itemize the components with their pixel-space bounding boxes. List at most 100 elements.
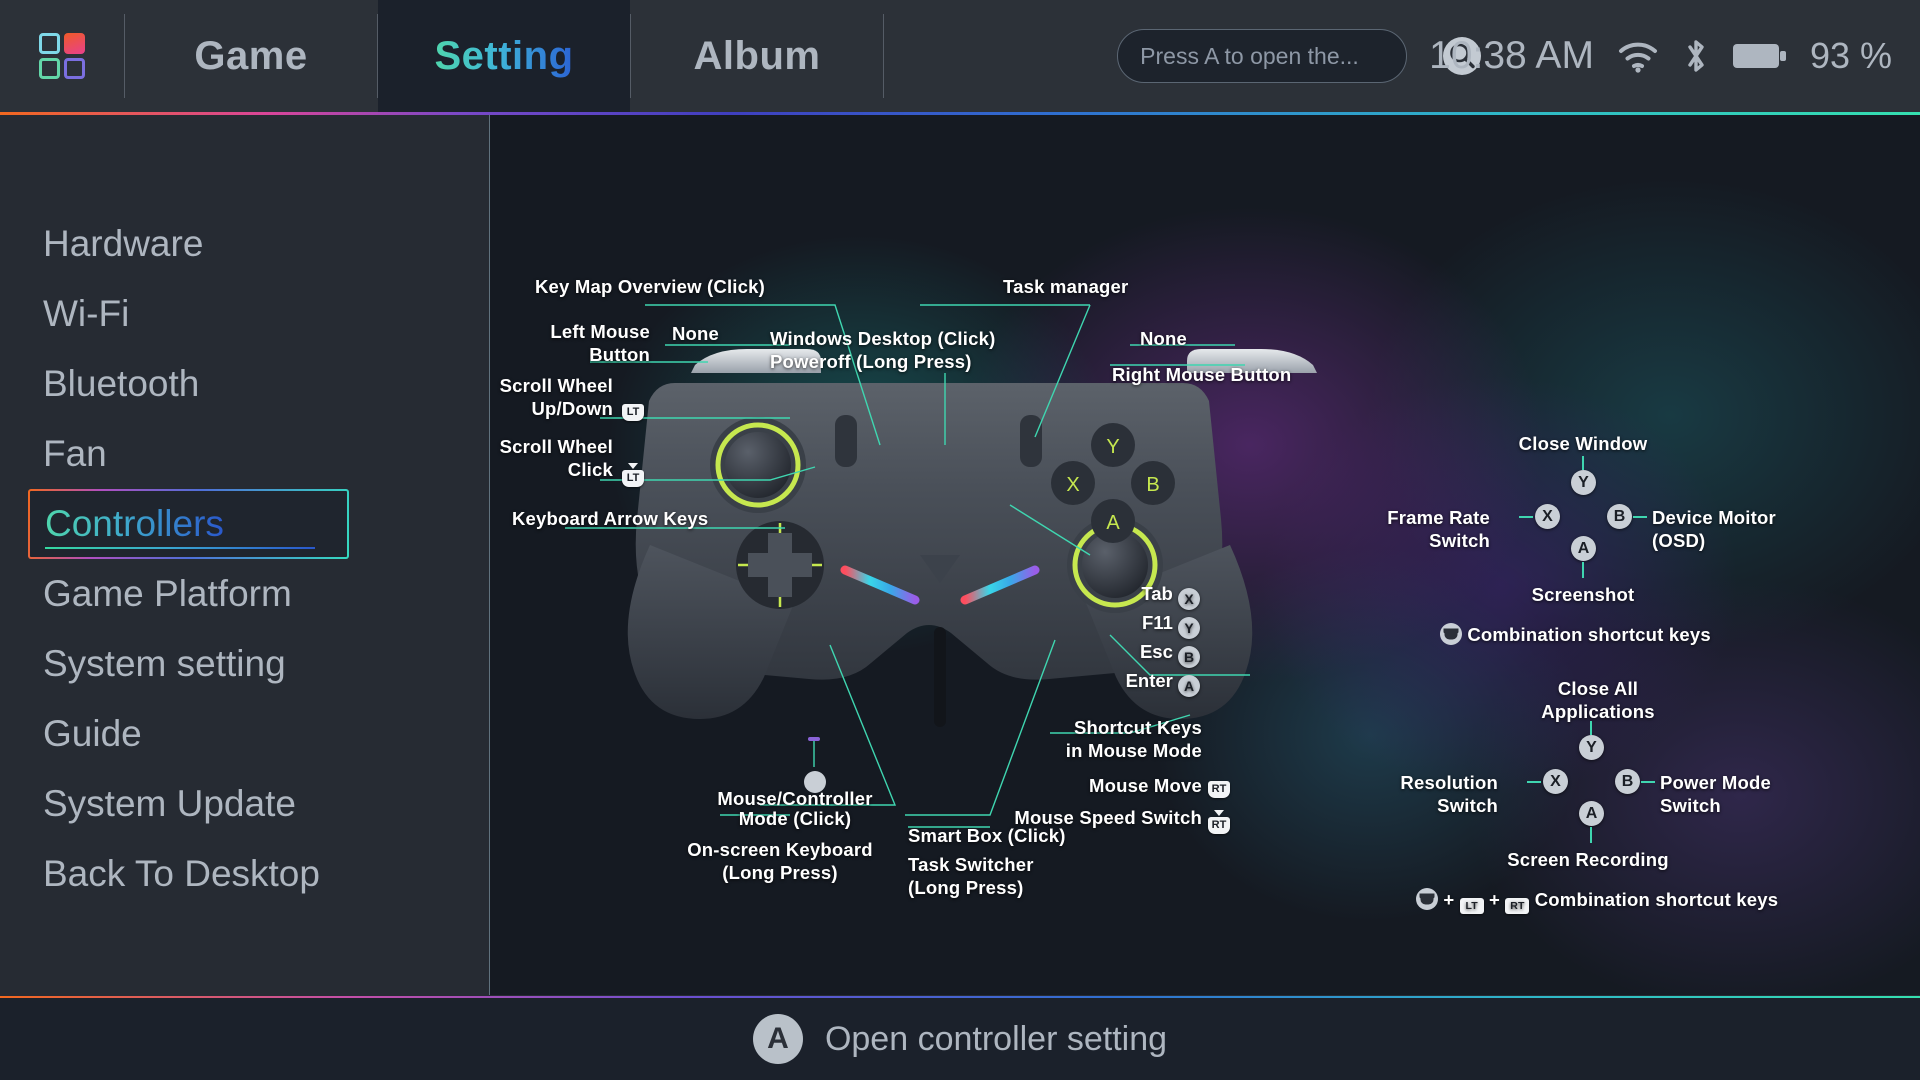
cluster2-bottom-label: Screen Recording (1507, 849, 1669, 870)
footer-hint-bar: A Open controller setting (0, 998, 1920, 1080)
wifi-icon (1618, 42, 1657, 73)
app-grid-logo-icon (39, 33, 85, 79)
tab-album-label: Album (693, 33, 821, 78)
callout-mouse-controller-mode-line2: Mode (Click) (738, 808, 852, 829)
cluster1-right-label-line2: (OSD) (1652, 530, 1706, 551)
button-badge-b: B (1178, 646, 1200, 668)
sidebar-item-bluetooth[interactable]: Bluetooth (0, 349, 489, 419)
selection-underline (45, 547, 315, 549)
sidebar-item-system-setting[interactable]: System setting (0, 629, 489, 699)
cluster2-top-label-line1: Close All (1557, 678, 1639, 699)
cluster1-left-label-line1: Frame Rate (1387, 507, 1490, 528)
cluster2-right-label-line2: Switch (1660, 795, 1721, 816)
button-badge-x: X (1178, 588, 1200, 610)
app-logo[interactable] (0, 0, 124, 112)
controller-mapping-panel: Y X B A Key Map Overview (Click) Task ma… (490, 115, 1920, 995)
callout-scroll-wheel-ud-line1: Scroll Wheel (499, 375, 613, 396)
sidebar-item-label: Fan (43, 433, 107, 474)
cluster1-right-label-line1: Device Moitor (1652, 507, 1776, 528)
callout-shortcut-keys-line2: in Mouse Mode (1065, 740, 1202, 761)
clock: 10:38 AM (1429, 34, 1594, 77)
mouse-mode-key-label: Esc (1139, 641, 1173, 662)
combination-key-icon (1440, 623, 1462, 645)
sidebar-item-guide[interactable]: Guide (0, 699, 489, 769)
sidebar-item-label: System Update (43, 783, 296, 824)
button-badge-x: X (1543, 769, 1568, 794)
callout-onscreen-keyboard-line1: On-screen Keyboard (687, 839, 873, 860)
sidebar-item-label: Game Platform (43, 573, 292, 614)
callout-shortcut-keys-line1: Shortcut Keys (1073, 717, 1202, 738)
sidebar-item-game-platform[interactable]: Game Platform (0, 559, 489, 629)
sidebar-item-system-update[interactable]: System Update (0, 769, 489, 839)
sidebar-item-wifi[interactable]: Wi-Fi (0, 279, 489, 349)
cluster2-legend: + LT + RT Combination shortcut keys (1416, 888, 1778, 914)
sidebar-item-label: Wi-Fi (43, 293, 130, 334)
cluster2-left-label-line2: Switch (1437, 795, 1498, 816)
tab-setting[interactable]: Setting (378, 0, 630, 112)
legend-plus-2: + (1489, 889, 1501, 910)
sidebar-item-hardware[interactable]: Hardware (0, 209, 489, 279)
callout-left-mouse-button-line1: Left Mouse (550, 321, 650, 342)
mouse-mode-key-label: Tab (1141, 583, 1173, 604)
button-badge-a: A (1571, 536, 1596, 561)
button-badge-a: A (1178, 675, 1200, 697)
callout-windows-desktop-line1: Windows Desktop (Click) (770, 328, 996, 349)
callout-keyboard-arrow-keys: Keyboard Arrow Keys (512, 508, 709, 529)
mouse-mode-key-f11: F11 Y (1050, 612, 1200, 639)
mouse-mode-key-label: F11 (1142, 612, 1173, 633)
button-badge-b: B (1615, 769, 1640, 794)
bluetooth-icon (1688, 40, 1704, 72)
tab-album[interactable]: Album (631, 0, 883, 112)
button-badge-a: A (752, 1014, 803, 1064)
lt-trigger-icon: LT (622, 399, 644, 421)
callout-onscreen-keyboard-line2: (Long Press) (722, 862, 838, 883)
cluster2-top-label-line2: Applications (1541, 701, 1655, 722)
cluster1-left-label-line2: Switch (1429, 530, 1490, 551)
footer-hint-text: Open controller setting (824, 1019, 1168, 1058)
callout-scroll-wheel-ud-line2: Up/Down (531, 398, 613, 419)
sidebar-item-controllers[interactable]: Controllers (28, 489, 349, 559)
callout-scroll-wheel-click-line1: Scroll Wheel (499, 436, 613, 457)
rt-trigger-press-icon: RT (1208, 812, 1230, 834)
button-badge-y: Y (1178, 617, 1200, 639)
tab-game[interactable]: Game (125, 0, 377, 112)
button-badge-y: Y (1571, 470, 1596, 495)
callout-right-mouse-button: Right Mouse Button (1112, 364, 1292, 385)
shortcut-cluster-combination: Close Window Y X B A Frame Rate Switch D… (1387, 433, 1776, 645)
mouse-mode-key-enter: Enter A (1050, 670, 1200, 697)
cluster1-top-label: Close Window (1518, 433, 1648, 454)
settings-sidebar: Hardware Wi-Fi Bluetooth Fan Controllers… (0, 115, 489, 995)
sidebar-item-back-to-desktop[interactable]: Back To Desktop (0, 839, 489, 909)
button-badge-a: A (1579, 801, 1604, 826)
callout-none-right: None (1140, 328, 1188, 349)
battery-icon (1732, 44, 1786, 68)
sidebar-item-fan[interactable]: Fan (0, 419, 489, 489)
lt-trigger-press-icon: LT (622, 465, 644, 487)
callout-none-left: None (672, 323, 720, 344)
shortcut-cluster-combination-triggers: Close All Applications Y X B A Resolutio… (1400, 678, 1778, 914)
battery-percent: 93 % (1809, 35, 1892, 76)
callout-task-switcher-line2: (Long Press) (908, 877, 1024, 898)
cluster1-legend: Combination shortcut keys (1440, 623, 1711, 646)
mouse-mode-key-label: Enter (1125, 670, 1173, 691)
callout-task-manager: Task manager (1003, 276, 1129, 297)
rt-trigger-icon: RT (1505, 898, 1530, 914)
button-badge-x: X (1535, 504, 1560, 529)
cluster1-bottom-label: Screenshot (1531, 584, 1635, 605)
sidebar-item-label: Bluetooth (43, 363, 200, 404)
top-header-bar: Game Setting Album 10:38 AM (0, 0, 1920, 112)
search-input[interactable] (1140, 42, 1437, 70)
combination-key-icon (1416, 888, 1438, 910)
sidebar-item-label: Guide (43, 713, 142, 754)
header-status-area: 10:38 AM 93 % (1117, 0, 1920, 112)
tab-game-label: Game (194, 33, 308, 78)
cluster1-diamond: Y X B A (1519, 456, 1647, 578)
cluster2-diamond: Y X B A (1527, 721, 1655, 843)
cluster2-left-label-line1: Resolution (1400, 772, 1498, 793)
search-box[interactable] (1117, 29, 1482, 83)
tab-setting-label: Setting (434, 33, 574, 78)
cluster2-legend-text: Combination shortcut keys (1534, 889, 1779, 910)
sidebar-item-label: Controllers (45, 503, 224, 544)
sidebar-item-label: System setting (43, 643, 286, 684)
cluster1-legend-text: Combination shortcut keys (1467, 624, 1711, 645)
